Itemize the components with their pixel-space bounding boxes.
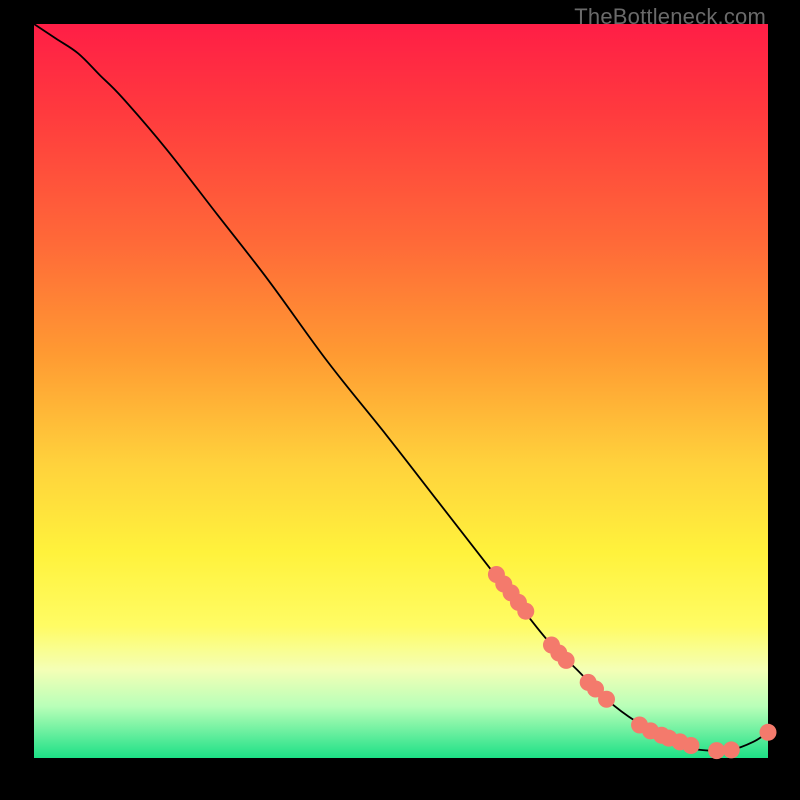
data-dot (598, 691, 615, 708)
chart-frame: TheBottleneck.com (0, 0, 800, 800)
chart-svg (34, 24, 768, 758)
plot-area (34, 24, 768, 758)
data-dot (723, 741, 740, 758)
data-dot (760, 724, 777, 741)
data-dot (682, 737, 699, 754)
bottleneck-curve (34, 24, 768, 751)
data-dot (558, 652, 575, 669)
data-dot (708, 742, 725, 759)
highlight-dots (488, 566, 777, 759)
data-dot (517, 603, 534, 620)
